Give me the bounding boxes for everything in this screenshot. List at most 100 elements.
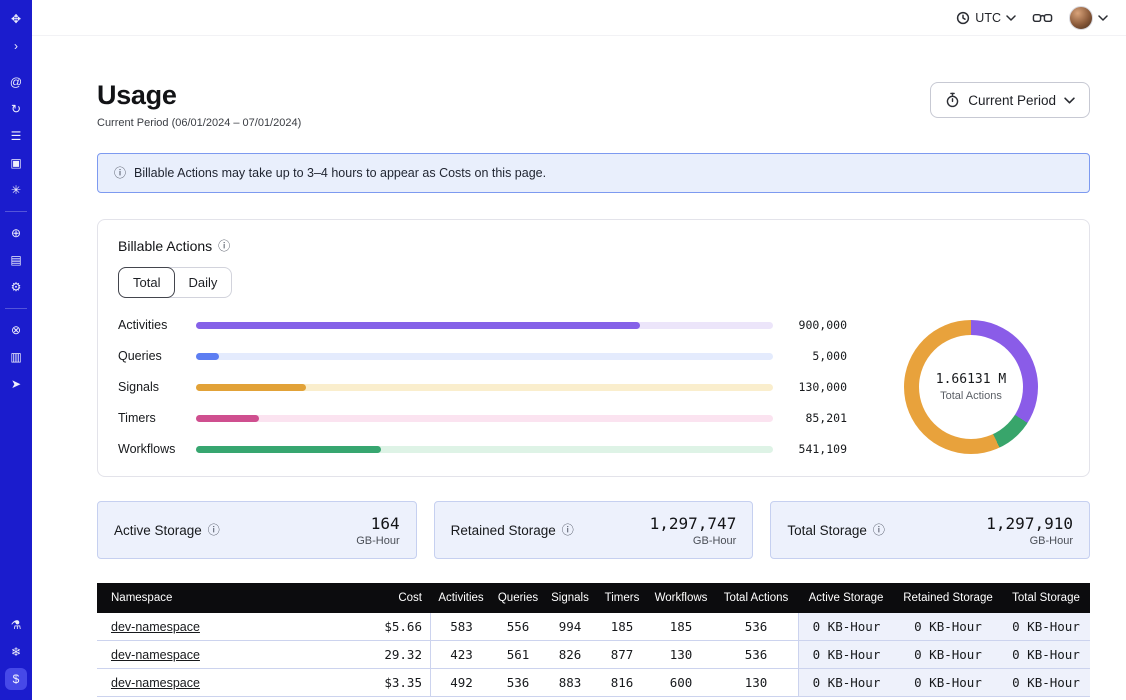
table-header-cell: Activities [430,583,492,613]
layers-icon[interactable]: ☰ [5,125,27,147]
period-subtitle: Current Period (06/01/2024 – 07/01/2024) [97,117,301,129]
table-cell: 29.32 [350,641,430,668]
sidebar-section: ⚗ ❄ $ [0,614,32,690]
table-header-cell: Total Actions [714,583,798,613]
table-cell: 0 KB-Hour [798,669,894,696]
rocket-icon[interactable]: ➤ [5,373,27,395]
card-title-text: Billable Actions [118,238,212,254]
bar-track [196,415,773,422]
storage-card-number: 1,297,910 [986,514,1073,533]
table-header-cell: Queries [492,583,544,613]
namespaces-spiral-icon[interactable]: @ [5,71,27,93]
docs-icon[interactable]: ▥ [5,346,27,368]
info-icon[interactable]: ⓘ [562,524,574,536]
bar-value: 5,000 [783,349,847,363]
bar-fill [196,353,219,360]
bar-value: 900,000 [783,318,847,332]
tab-daily[interactable]: Daily [174,268,231,297]
table-cell: 536 [714,641,798,668]
storage-card-unit: GB-Hour [986,535,1073,547]
bar-label: Timers [118,411,186,425]
bar-label: Signals [118,380,186,394]
chevron-down-icon [1064,97,1075,104]
table-cell: 130 [714,669,798,696]
tab-total[interactable]: Total [118,267,175,298]
labs-flask-icon[interactable]: ⚗ [5,614,27,636]
table-header-cell: Cost [350,583,430,613]
chart-area: Activities900,000 Queries5,000 Signals 130,… [118,318,1069,456]
billing-card-icon[interactable]: ▤ [5,249,27,271]
storage-card-label: Total Storage ⓘ [787,523,885,538]
storage-card-label-text: Active Storage [114,523,202,538]
table-cell: 0 KB-Hour [894,641,1002,668]
table-row[interactable]: dev-namespace$5.665835569941851855360 KB… [97,613,1090,641]
table-cell: 536 [492,669,544,696]
history-clock-icon[interactable]: ↻ [5,98,27,120]
main-area: UTC Usage [32,0,1126,700]
table-cell: 185 [648,613,714,640]
namespace-link[interactable]: dev-namespace [111,620,200,634]
dev-glasses-button[interactable] [1032,12,1053,24]
storage-card-unit: GB-Hour [650,535,737,547]
bar-row: Signals 130,000 [118,380,847,394]
table-cell: 0 KB-Hour [798,641,894,668]
donut-center: 1.66131 M Total Actions [919,335,1023,439]
storage-card-label-text: Total Storage [787,523,867,538]
table-body: dev-namespace$5.665835569941851855360 KB… [97,613,1090,697]
info-icon[interactable]: ⓘ [218,240,230,252]
table-header-row: NamespaceCostActivitiesQueriesSignalsTim… [97,583,1090,613]
content: Usage Current Period (06/01/2024 – 07/01… [32,36,1126,700]
bar-value: 541,109 [783,442,847,456]
sidebar: ✥ › @ ↻ ☰ ▣ ✳ ⊕ ▤ ⚙ ⊗ ▥ ➤ ⚗ ❄ $ [0,0,32,700]
usage-dollar-icon[interactable]: $ [5,668,27,690]
page-title: Usage [97,80,301,111]
namespace-link[interactable]: dev-namespace [111,648,200,662]
bar-row: Workflows541,109 [118,442,847,456]
bar-row: Timers85,201 [118,411,847,425]
bar-value: 130,000 [783,380,847,394]
table-cell: 536 [714,613,798,640]
info-icon[interactable]: ⓘ [873,524,885,536]
period-selector-button[interactable]: Current Period [930,82,1090,118]
nav-logo-icon[interactable]: ✥ [5,8,27,30]
cube-icon[interactable]: ▣ [5,152,27,174]
storage-card-label: Active Storage ⓘ [114,523,220,538]
table-header-cell: Total Storage [1002,583,1090,613]
table-row[interactable]: dev-namespace$3.354925368838166001300 KB… [97,669,1090,697]
table-cell: $3.35 [350,669,430,696]
table-header-cell: Active Storage [798,583,894,613]
circle-x-icon[interactable]: ⊗ [5,319,27,341]
chevron-down-icon [1006,15,1016,21]
globe-icon[interactable]: ⊕ [5,222,27,244]
table-cell: dev-namespace [97,641,350,668]
bar-fill [196,415,259,422]
settings-gear-icon[interactable]: ⚙ [5,276,27,298]
period-button-label: Current Period [968,93,1056,108]
clock-icon [956,11,970,25]
user-menu[interactable] [1069,6,1108,30]
theme-snowflake-icon[interactable]: ❄ [5,641,27,663]
storage-card-label: Retained Storage ⓘ [451,523,574,538]
total-actions-donut: 1.66131 M Total Actions [904,320,1038,454]
table-header-cell: Timers [596,583,648,613]
info-icon[interactable]: ⓘ [208,524,220,536]
storage-card-unit: GB-Hour [356,535,399,547]
bar-row: Activities900,000 [118,318,847,332]
billable-actions-card: Billable Actions ⓘ TotalDaily Activities… [97,219,1090,477]
table-cell: 0 KB-Hour [1002,613,1090,640]
table-cell: 883 [544,669,596,696]
bar-row: Queries5,000 [118,349,847,363]
bar-fill [196,446,381,453]
chevron-down-icon [1098,15,1108,21]
timezone-selector[interactable]: UTC [956,11,1016,25]
table-row[interactable]: dev-namespace29.324235618268771305360 KB… [97,641,1090,669]
timezone-label: UTC [975,11,1001,25]
asterisk-icon[interactable]: ✳ [5,179,27,201]
namespace-link[interactable]: dev-namespace [111,676,200,690]
storage-card: Active Storageⓘ164GB-Hour [97,501,417,559]
collapse-chevron-icon[interactable]: › [5,35,27,57]
total-daily-tabs: TotalDaily [118,267,232,298]
storage-card-label-text: Retained Storage [451,523,556,538]
table-cell: 0 KB-Hour [1002,669,1090,696]
bar-fill [196,384,306,391]
